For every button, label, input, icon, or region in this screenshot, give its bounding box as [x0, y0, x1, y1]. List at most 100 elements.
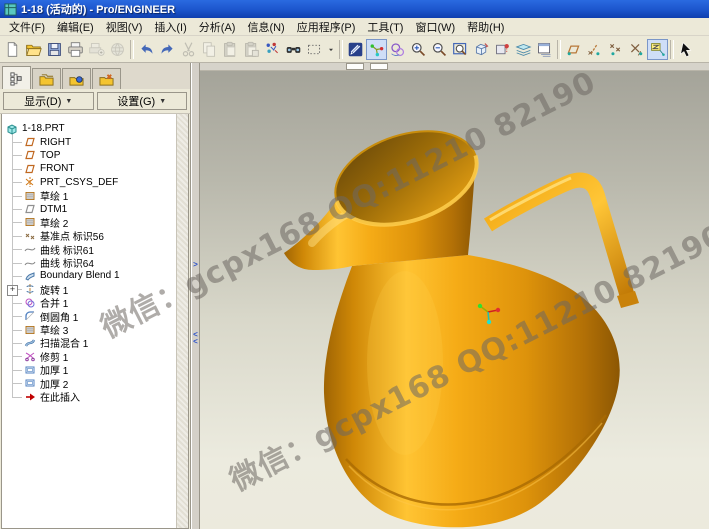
- select-box-button[interactable]: [304, 39, 325, 60]
- saved-views-button[interactable]: [492, 39, 513, 60]
- expander-icon[interactable]: +: [7, 285, 18, 296]
- tree-item-草绘-2[interactable]: 草绘 2: [6, 216, 176, 229]
- annotations-button[interactable]: [647, 39, 668, 60]
- tree-item-曲线-标识61[interactable]: 曲线 标识61: [6, 243, 176, 256]
- boundary-blend-icon: [24, 270, 37, 282]
- send-button[interactable]: [107, 39, 128, 60]
- navigator-tab-folder-browser[interactable]: [32, 68, 61, 89]
- redraw-button[interactable]: [345, 39, 366, 60]
- paste-button[interactable]: [220, 39, 241, 60]
- refit-button[interactable]: [450, 39, 471, 60]
- proe-window: 1-18 (活动的) - Pro/ENGINEER 文件(F)编辑(E)视图(V…: [0, 0, 709, 529]
- tree-item-加厚-1[interactable]: 加厚 1: [6, 363, 176, 376]
- undo-button[interactable]: [136, 39, 157, 60]
- menu-item-应用程序P[interactable]: 应用程序(P): [291, 18, 362, 36]
- menu-item-分析A[interactable]: 分析(A): [193, 18, 242, 36]
- tree-item-加厚-2[interactable]: 加厚 2: [6, 376, 176, 389]
- graphics-viewport[interactable]: [200, 63, 709, 529]
- tree-item-TOP[interactable]: TOP: [6, 149, 176, 162]
- tree-item-label: Boundary Blend 1: [40, 270, 120, 281]
- redo-button[interactable]: [157, 39, 178, 60]
- cut-button[interactable]: [178, 39, 199, 60]
- layers-button[interactable]: [513, 39, 534, 60]
- panel-sash[interactable]: > <<: [191, 63, 200, 529]
- tree-item-草绘-1[interactable]: 草绘 1: [6, 189, 176, 202]
- menu-bar: 文件(F)编辑(E)视图(V)插入(I)分析(A)信息(N)应用程序(P)工具(…: [0, 18, 709, 36]
- merge-icon: [24, 297, 37, 309]
- reorient-icon: [473, 41, 490, 58]
- sash-expand-icon[interactable]: <<: [192, 331, 199, 345]
- print-preview-button[interactable]: [86, 39, 107, 60]
- tree-item-基准点-标识56[interactable]: 基准点 标识56: [6, 229, 176, 242]
- tree-item-合并-1[interactable]: 合并 1: [6, 296, 176, 309]
- show-menu-button[interactable]: 显示(D) ▼: [3, 92, 94, 110]
- csys-icon: [24, 176, 37, 188]
- folder-browser-icon: [39, 72, 54, 87]
- menu-item-帮助H[interactable]: 帮助(H): [461, 18, 510, 36]
- menu-item-窗口W[interactable]: 窗口(W): [409, 18, 461, 36]
- chevron-down-icon: ▼: [65, 98, 72, 105]
- view-manager-button[interactable]: [534, 39, 555, 60]
- spin-center-button[interactable]: [366, 39, 387, 60]
- save-button[interactable]: [44, 39, 65, 60]
- paste-icon: [222, 41, 239, 58]
- tree-item-在此插入[interactable]: 在此插入: [6, 390, 176, 403]
- navigator-tab-model-tree[interactable]: [2, 66, 31, 89]
- pitcher-3d-model[interactable]: [200, 63, 709, 529]
- sketch-icon: [24, 216, 37, 228]
- paste-special-button[interactable]: [241, 39, 262, 60]
- tree-item-倒圆角-1[interactable]: 倒圆角 1: [6, 309, 176, 322]
- sketch-icon: [24, 190, 37, 202]
- open-button[interactable]: [23, 39, 44, 60]
- toolbar-separator: [130, 40, 134, 59]
- zoom-out-button[interactable]: [429, 39, 450, 60]
- datum-point-icon: [24, 230, 37, 242]
- favorites-icon: [69, 72, 84, 87]
- tree-item-FRONT[interactable]: FRONT: [6, 162, 176, 175]
- title-bar[interactable]: 1-18 (活动的) - Pro/ENGINEER: [0, 0, 709, 18]
- tree-item-旋转-1[interactable]: +旋转 1: [6, 283, 176, 296]
- datum-csys-button[interactable]: [626, 39, 647, 60]
- datum-planes-button[interactable]: [563, 39, 584, 60]
- orient-mode-button[interactable]: [387, 39, 408, 60]
- model-tree: 1-18.PRTRIGHTTOPFRONT PRT_CSYS_DEF草绘 1DTM…: [2, 114, 176, 528]
- menu-item-视图V[interactable]: 视图(V): [100, 18, 149, 36]
- tree-item-修剪-1[interactable]: 修剪 1: [6, 350, 176, 363]
- select-box-dropdown-button[interactable]: [325, 39, 337, 60]
- sash-collapse-icon[interactable]: >: [192, 261, 199, 268]
- reorient-button[interactable]: [471, 39, 492, 60]
- menu-item-信息N[interactable]: 信息(N): [241, 18, 290, 36]
- menu-item-插入I[interactable]: 插入(I): [148, 18, 192, 36]
- select-arrow-button[interactable]: [676, 39, 697, 60]
- datum-axes-button[interactable]: [584, 39, 605, 60]
- tree-item-曲线-标识64[interactable]: 曲线 标识64: [6, 256, 176, 269]
- toolbar-separator: [557, 40, 561, 59]
- find-button[interactable]: [283, 39, 304, 60]
- navigator-tab-favorites[interactable]: [62, 68, 91, 89]
- datum-points-button[interactable]: [605, 39, 626, 60]
- datum-axes-icon: [586, 41, 603, 58]
- print-button[interactable]: [65, 39, 86, 60]
- show-menu-label: 显示(D): [24, 93, 61, 109]
- navigator-tab-connections[interactable]: [92, 68, 121, 89]
- tree-item-1-18.PRT[interactable]: 1-18.PRT: [6, 122, 176, 135]
- menu-item-编辑E[interactable]: 编辑(E): [51, 18, 100, 36]
- menu-item-工具T[interactable]: 工具(T): [361, 18, 409, 36]
- tree-item-RIGHT[interactable]: RIGHT: [6, 135, 176, 148]
- settings-menu-button[interactable]: 设置(G)▼: [97, 92, 188, 110]
- swept-blend-icon: [24, 337, 37, 349]
- regenerate-button[interactable]: [262, 39, 283, 60]
- tree-scrollbar[interactable]: [176, 114, 188, 528]
- menu-item-文件F[interactable]: 文件(F): [3, 18, 51, 36]
- datum-planes-icon: [565, 41, 582, 58]
- tree-item-DTM1[interactable]: DTM1: [6, 202, 176, 215]
- saved-views-icon: [494, 41, 511, 58]
- new-button[interactable]: [2, 39, 23, 60]
- tree-item-草绘-3[interactable]: 草绘 3: [6, 323, 176, 336]
- tree-item-label: FRONT: [40, 163, 74, 174]
- copy-button[interactable]: [199, 39, 220, 60]
- tree-item-PRT_CSYS_DEF[interactable]: PRT_CSYS_DEF: [6, 176, 176, 189]
- tree-item-扫描混合-1[interactable]: 扫描混合 1: [6, 336, 176, 349]
- tree-item-Boundary-Blend-1[interactable]: Boundary Blend 1: [6, 269, 176, 282]
- zoom-in-button[interactable]: [408, 39, 429, 60]
